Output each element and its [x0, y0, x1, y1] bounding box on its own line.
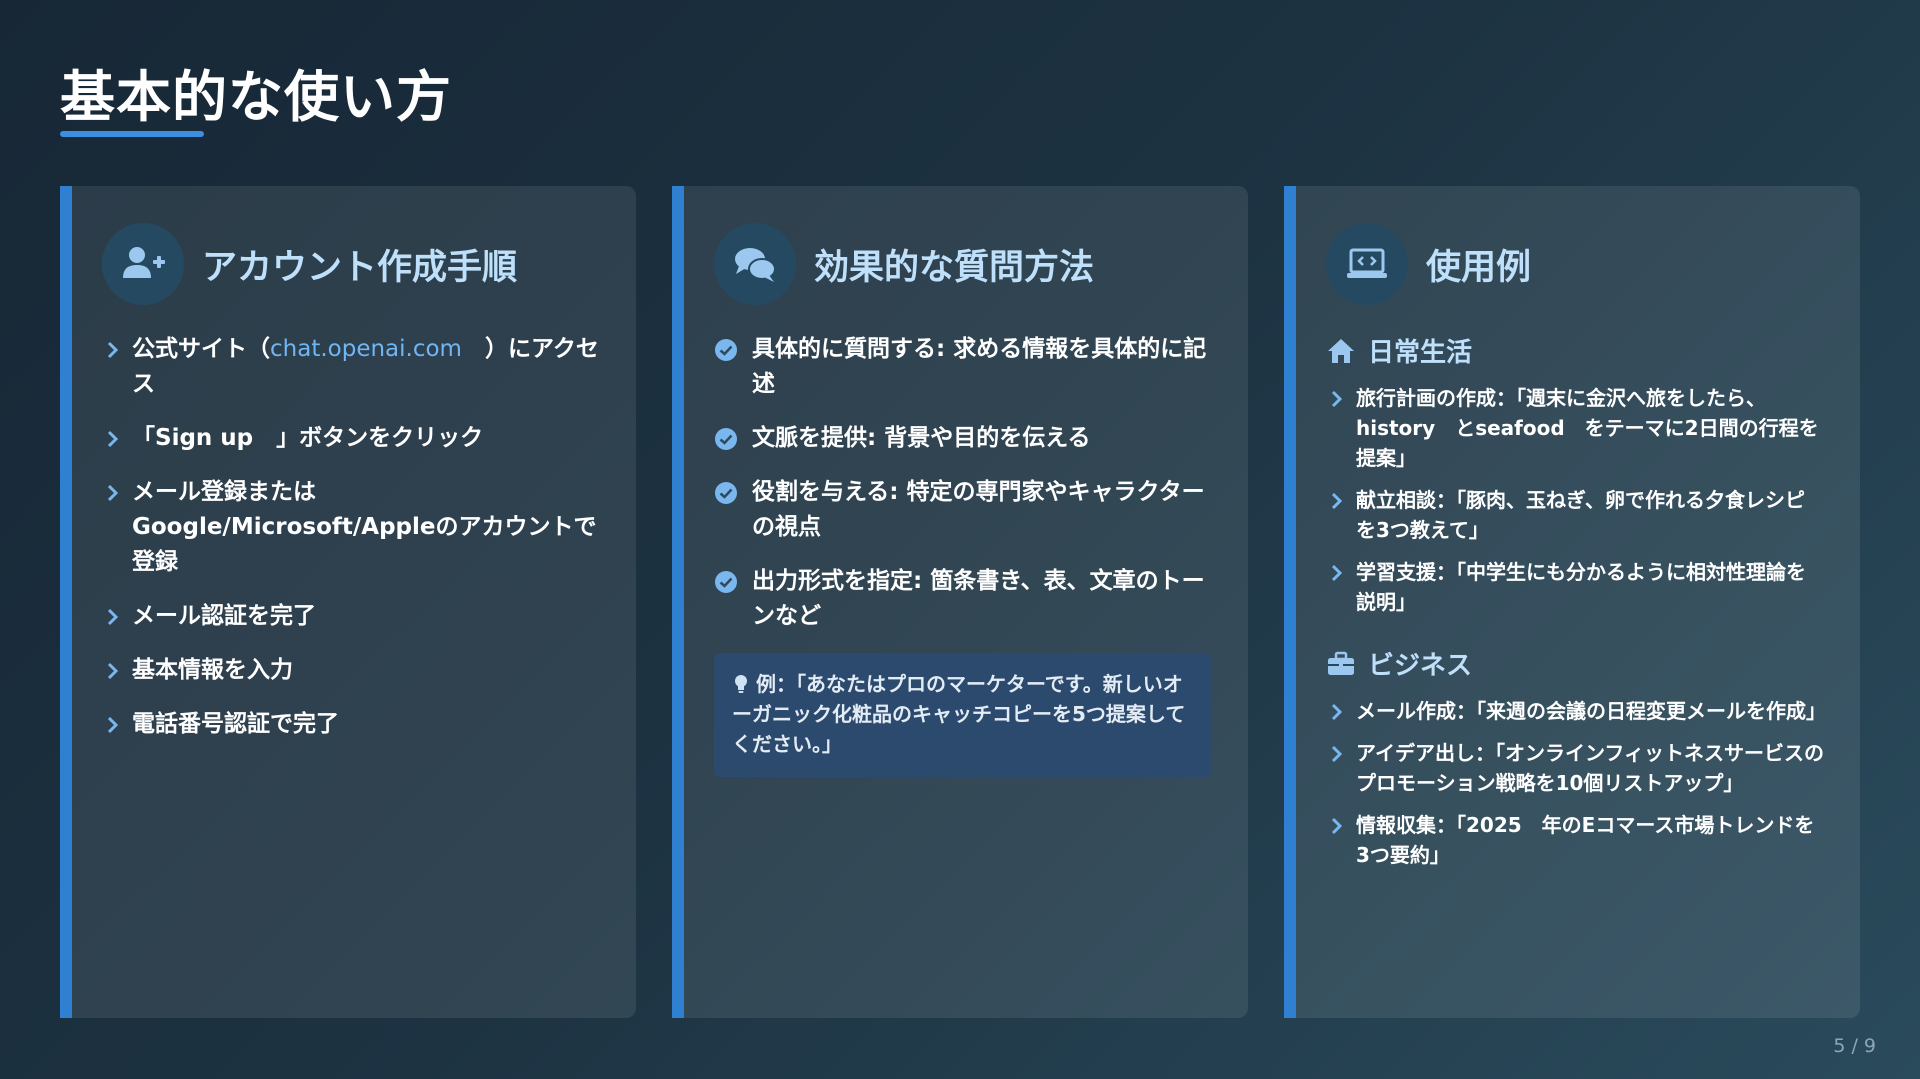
account-step-item: 公式サイト（chat.openai.com ）にアクセス [102, 332, 600, 402]
account-step-item: 基本情報を入力 [102, 653, 600, 688]
account-step-text: 「Sign up 」ボタンをクリック [132, 425, 484, 451]
slide-title: 基本的な使い方 [60, 65, 453, 129]
question-tip-item: 具体的に質問する: 求める情報を具体的に記述 [714, 332, 1212, 402]
account-step-item: メール認証を完了 [102, 599, 600, 634]
chevron-right-icon [107, 484, 119, 502]
business-item-text: 情報収集：「2025 年のEコマース市場トレンドを3つ要約」 [1356, 813, 1815, 867]
account-step-item: 電話番号認証で完了 [102, 707, 600, 742]
chevron-right-icon [1331, 703, 1343, 721]
daily-life-item: 旅行計画の作成：「週末に金沢へ旅をしたら、history とseafood をテ… [1326, 383, 1824, 473]
daily-life-item-text: 旅行計画の作成：「週末に金沢へ旅をしたら、history とseafood をテ… [1356, 386, 1819, 470]
daily-life-list: 旅行計画の作成：「週末に金沢へ旅をしたら、history とseafood をテ… [1326, 383, 1824, 617]
account-step-text: メール登録またはGoogle/Microsoft/Appleのアカウントで登録 [132, 479, 597, 575]
check-circle-icon [715, 339, 737, 361]
chevron-right-icon [107, 662, 119, 680]
daily-life-heading: 日常生活 [1326, 332, 1824, 369]
question-tip-item: 役割を与える: 特定の専門家やキャラクターの視点 [714, 475, 1212, 545]
chevron-right-icon [107, 341, 119, 359]
question-tip-text: 出力形式を指定: 箇条書き、表、文章のトーンなど [752, 568, 1205, 629]
chevron-right-icon [1331, 492, 1343, 510]
question-tip-text: 役割を与える: 特定の専門家やキャラクターの視点 [752, 479, 1205, 540]
questions-card-header: 効果的な質問方法 [714, 222, 1212, 306]
account-step-prefix: 公式サイト（ [132, 336, 270, 362]
chevron-right-icon [1331, 817, 1343, 835]
daily-life-item-text: 学習支援：「中学生にも分かるように相対性理論を説明」 [1356, 560, 1806, 614]
chevron-right-icon [1331, 564, 1343, 582]
use-cases-card: 使用例 日常生活 旅行計画の作成：「週末に金沢へ旅をしたら、history とs… [1284, 186, 1860, 1018]
daily-life-item-text: 献立相談：「豚肉、玉ねぎ、卵で作れる夕食レシピを3つ教えて」 [1356, 488, 1805, 542]
question-tip-text: 具体的に質問する: 求める情報を具体的に記述 [752, 336, 1207, 397]
page-number: 5 / 9 [1833, 1035, 1876, 1057]
account-step-item: 「Sign up 」ボタンをクリック [102, 421, 600, 456]
account-step-text: 電話番号認証で完了 [132, 711, 339, 737]
account-card-header: アカウント作成手順 [102, 222, 600, 306]
business-item-text: アイデア出し：「オンラインフィットネスサービスのプロモーション戦略を10個リスト… [1356, 741, 1824, 795]
question-tip-text: 文脈を提供: 背景や目的を伝える [752, 425, 1091, 451]
example-prompt-box: 例：「あなたはプロのマーケターです。新しいオーガニック化粧品のキャッチコピーを5… [714, 653, 1212, 777]
daily-life-item: 学習支援：「中学生にも分かるように相対性理論を説明」 [1326, 557, 1824, 617]
account-creation-card: アカウント作成手順 公式サイト（chat.openai.com ）にアクセス 「… [60, 186, 636, 1018]
question-tips-list: 具体的に質問する: 求める情報を具体的に記述 文脈を提供: 背景や目的を伝える … [714, 332, 1212, 634]
daily-life-heading-text: 日常生活 [1368, 338, 1473, 368]
briefcase-icon [1328, 651, 1354, 675]
chevron-right-icon [107, 430, 119, 448]
chevron-right-icon [107, 608, 119, 626]
openai-site-link[interactable]: chat.openai.com [270, 336, 462, 362]
daily-life-item: 献立相談：「豚肉、玉ねぎ、卵で作れる夕食レシピを3つ教えて」 [1326, 485, 1824, 545]
example-prompt-text: 例：「あなたはプロのマーケターです。新しいオーガニック化粧品のキャッチコピーを5… [732, 672, 1186, 756]
use-cases-card-title: 使用例 [1426, 247, 1532, 288]
business-heading: ビジネス [1326, 645, 1824, 682]
questions-card-title: 効果的な質問方法 [814, 247, 1095, 288]
user-plus-icon [102, 223, 184, 305]
account-card-title: アカウント作成手順 [202, 247, 518, 288]
account-step-item: メール登録またはGoogle/Microsoft/Appleのアカウントで登録 [102, 475, 600, 580]
business-list: メール作成：「来週の会議の日程変更メールを作成」 アイデア出し：「オンラインフィ… [1326, 696, 1826, 870]
business-item: 情報収集：「2025 年のEコマース市場トレンドを3つ要約」 [1326, 810, 1824, 870]
chevron-right-icon [1331, 390, 1343, 408]
business-heading-text: ビジネス [1368, 651, 1473, 681]
account-step-text: 基本情報を入力 [132, 657, 293, 683]
check-circle-icon [715, 482, 737, 504]
use-cases-card-header: 使用例 [1326, 222, 1824, 306]
effective-questions-card: 効果的な質問方法 具体的に質問する: 求める情報を具体的に記述 文脈を提供: 背… [672, 186, 1248, 1018]
chat-bubbles-icon [714, 223, 796, 305]
account-step-text: メール認証を完了 [132, 603, 316, 629]
business-item: メール作成：「来週の会議の日程変更メールを作成」 [1326, 696, 1826, 726]
chevron-right-icon [107, 716, 119, 734]
account-steps-list: 公式サイト（chat.openai.com ）にアクセス 「Sign up 」ボ… [102, 332, 600, 742]
question-tip-item: 文脈を提供: 背景や目的を伝える [714, 421, 1212, 456]
business-item: アイデア出し：「オンラインフィットネスサービスのプロモーション戦略を10個リスト… [1326, 738, 1824, 798]
chevron-right-icon [1331, 745, 1343, 763]
laptop-code-icon [1326, 223, 1408, 305]
home-icon [1328, 338, 1354, 363]
business-item-text: メール作成：「来週の会議の日程変更メールを作成」 [1356, 699, 1826, 723]
account-step-text: 公式サイト（chat.openai.com ）にアクセス [132, 332, 600, 402]
title-underline [60, 131, 204, 137]
check-circle-icon [715, 428, 737, 450]
check-circle-icon [715, 571, 737, 593]
question-tip-item: 出力形式を指定: 箇条書き、表、文章のトーンなど [714, 564, 1212, 634]
lightbulb-icon [735, 675, 747, 693]
